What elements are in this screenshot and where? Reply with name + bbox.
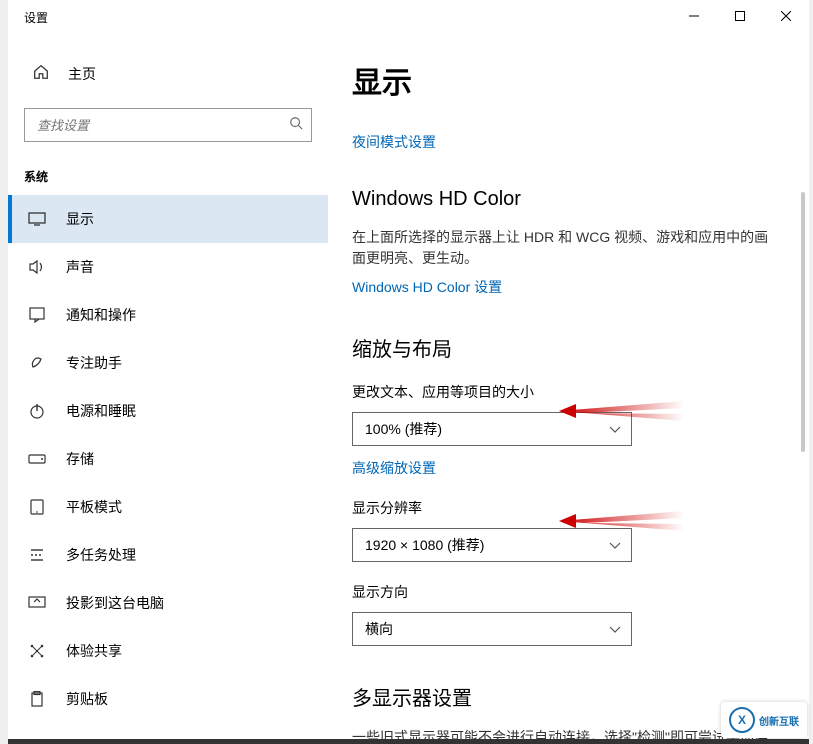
watermark: X 创新互联	[721, 702, 807, 738]
search-input[interactable]	[24, 108, 312, 142]
nav-label: 体验共享	[66, 641, 122, 661]
nav-clipboard[interactable]: 剪贴板	[8, 675, 328, 723]
nav-label: 显示	[66, 209, 94, 229]
content-panel: 显示 夜间模式设置 Windows HD Color 在上面所选择的显示器上让 …	[328, 34, 809, 739]
close-button[interactable]	[763, 0, 809, 32]
chevron-down-icon	[609, 421, 621, 437]
storage-icon	[28, 454, 46, 464]
nav-share[interactable]: 体验共享	[8, 627, 328, 675]
sidebar: 主页 系统 显示 声音	[8, 34, 328, 739]
nav-power[interactable]: 电源和睡眠	[8, 387, 328, 435]
search-field[interactable]	[37, 118, 289, 133]
nav-label: 专注助手	[66, 353, 122, 373]
nav-label: 声音	[66, 257, 94, 277]
nav-project[interactable]: 投影到这台电脑	[8, 579, 328, 627]
scale-title: 缩放与布局	[352, 333, 779, 362]
clip-icon	[28, 691, 46, 707]
nav-tablet[interactable]: 平板模式	[8, 483, 328, 531]
orientation-value: 横向	[365, 619, 393, 639]
minimize-button[interactable]	[671, 0, 717, 32]
multi-icon	[28, 547, 46, 563]
hd-color-link[interactable]: Windows HD Color 设置	[352, 277, 502, 297]
focus-icon	[28, 355, 46, 371]
window-title: 设置	[24, 9, 48, 26]
multi-monitor-desc: 一些旧式显示器可能不会进行自动连接，选择"检测"即可尝试手动连接。	[352, 727, 779, 739]
maximize-button[interactable]	[717, 0, 763, 32]
nav-label: 电源和睡眠	[66, 401, 136, 421]
share-icon	[28, 643, 46, 659]
settings-window: 设置 主页	[8, 0, 809, 739]
nav-notifications[interactable]: 通知和操作	[8, 291, 328, 339]
resolution-dropdown[interactable]: 1920 × 1080 (推荐)	[352, 528, 632, 562]
home-icon	[32, 63, 50, 86]
section-label: 系统	[8, 150, 328, 195]
chevron-down-icon	[609, 621, 621, 637]
shadow	[8, 739, 809, 744]
search-wrap	[8, 96, 328, 150]
scale-value: 100% (推荐)	[365, 419, 442, 439]
search-icon	[289, 116, 303, 135]
nav-sound[interactable]: 声音	[8, 243, 328, 291]
home-link[interactable]: 主页	[8, 52, 328, 96]
hd-color-desc: 在上面所选择的显示器上让 HDR 和 WCG 视频、游戏和应用中的画面更明亮、更…	[352, 227, 779, 269]
nav-label: 存储	[66, 449, 94, 469]
multi-monitor-title: 多显示器设置	[352, 682, 779, 711]
window-controls	[671, 0, 809, 32]
tablet-icon	[28, 499, 46, 515]
orientation-label: 显示方向	[352, 582, 779, 602]
night-mode-link[interactable]: 夜间模式设置	[352, 132, 436, 152]
page-title: 显示	[352, 58, 779, 102]
scrollbar[interactable]	[801, 192, 805, 452]
sound-icon	[28, 259, 46, 275]
nav-focus[interactable]: 专注助手	[8, 339, 328, 387]
watermark-icon: X	[729, 707, 755, 733]
nav-storage[interactable]: 存储	[8, 435, 328, 483]
window-body: 主页 系统 显示 声音	[8, 34, 809, 739]
notif-icon	[28, 307, 46, 323]
nav-label: 多任务处理	[66, 545, 136, 565]
nav-display[interactable]: 显示	[8, 195, 328, 243]
project-icon	[28, 596, 46, 610]
resolution-value: 1920 × 1080 (推荐)	[365, 535, 484, 555]
power-icon	[28, 403, 46, 419]
nav-label: 通知和操作	[66, 305, 136, 325]
nav-label: 剪贴板	[66, 689, 108, 709]
nav-label: 投影到这台电脑	[66, 593, 164, 613]
display-icon	[28, 212, 46, 226]
home-label: 主页	[68, 64, 96, 84]
scale-label: 更改文本、应用等项目的大小	[352, 382, 779, 402]
scale-dropdown[interactable]: 100% (推荐)	[352, 412, 632, 446]
nav-label: 平板模式	[66, 497, 122, 517]
nav-list: 显示 声音 通知和操作 专注助手 电源和睡眠	[8, 195, 328, 739]
orientation-dropdown[interactable]: 横向	[352, 612, 632, 646]
resolution-label: 显示分辨率	[352, 498, 779, 518]
hd-color-title: Windows HD Color	[352, 188, 779, 211]
chevron-down-icon	[609, 537, 621, 553]
watermark-text: 创新互联	[759, 713, 799, 728]
nav-multitask[interactable]: 多任务处理	[8, 531, 328, 579]
advanced-scale-link[interactable]: 高级缩放设置	[352, 458, 436, 478]
